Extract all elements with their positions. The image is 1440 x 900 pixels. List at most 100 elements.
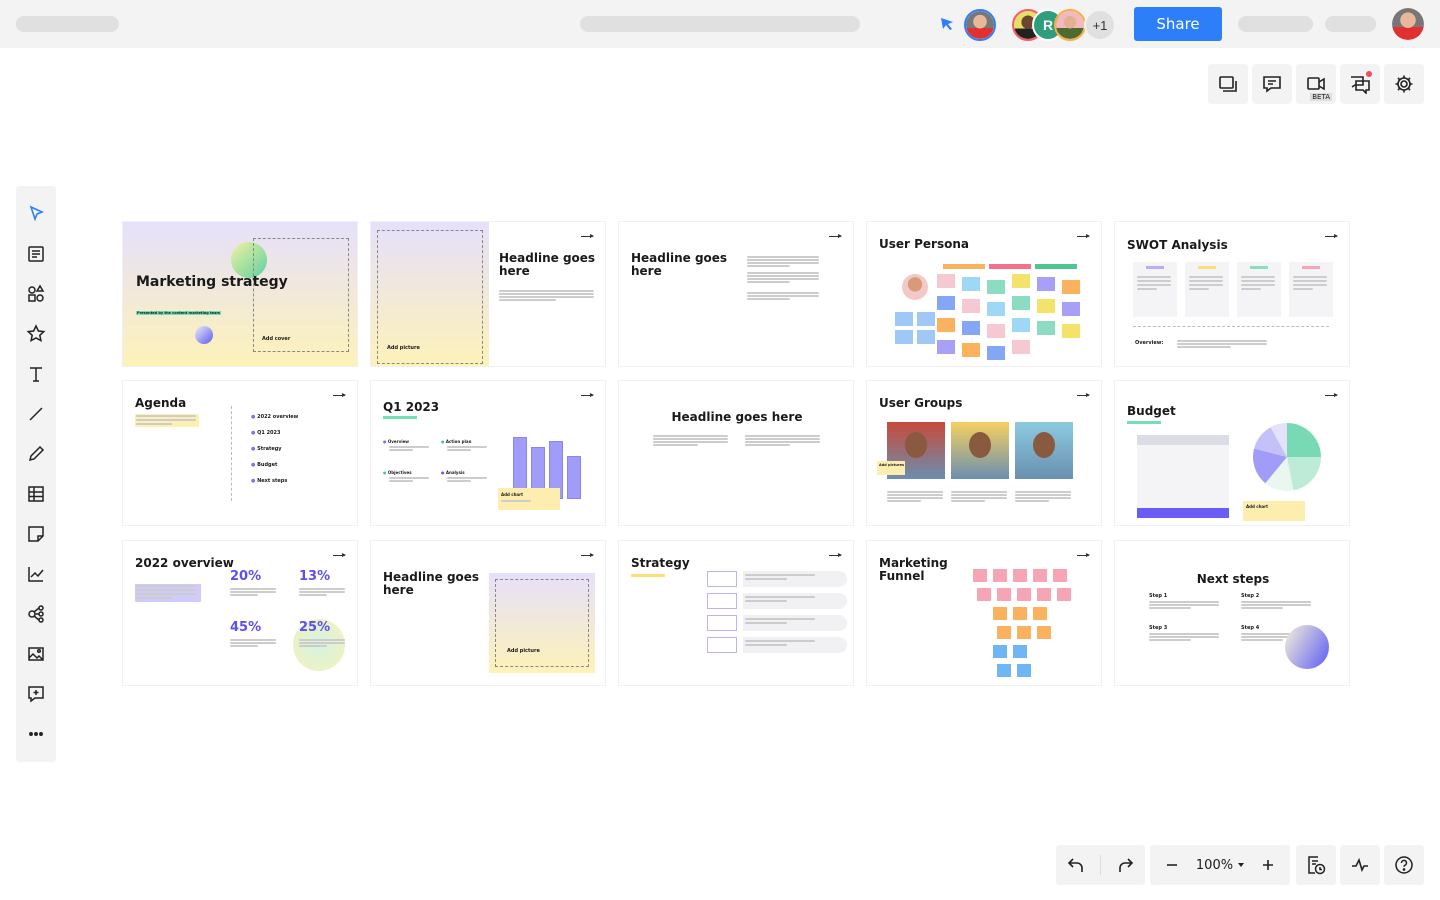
slide-headline-goes-here[interactable]: Headline goes here Add picture (370, 540, 606, 686)
undo-button[interactable] (1056, 845, 1096, 885)
sticky-note-tool[interactable] (16, 514, 56, 554)
sticky-note[interactable] (993, 569, 1007, 582)
sticky-note[interactable] (937, 340, 955, 354)
sticky-note[interactable] (997, 588, 1011, 601)
picture-placeholder[interactable] (377, 230, 483, 364)
slide-marketing-strategy[interactable]: Marketing strategy Presented by the cont… (122, 221, 358, 367)
avatar[interactable] (1054, 9, 1086, 41)
pen-tool[interactable] (16, 434, 56, 474)
comments-button[interactable] (1252, 64, 1292, 104)
line-tool[interactable] (16, 394, 56, 434)
slide-next-steps[interactable]: Next steps Step 1 Step 2 Step 3 Step 4 (1114, 540, 1350, 686)
shapes-tool[interactable] (16, 274, 56, 314)
sticky-note[interactable] (993, 607, 1007, 620)
avatar[interactable] (964, 9, 996, 41)
text-line (299, 645, 327, 647)
slide-headline-goes-here[interactable]: Headline goes here Add picture (370, 221, 606, 367)
chat-button[interactable] (1340, 64, 1380, 104)
slide-budget[interactable]: Budget Add chart (1114, 380, 1350, 526)
sticky-note[interactable] (987, 280, 1005, 294)
slide-2022-overview[interactable]: 2022 overview 20% 13% 45% 25% (122, 540, 358, 686)
sticky-note[interactable] (1037, 277, 1055, 291)
user-avatar[interactable] (1392, 8, 1424, 40)
sticky-note[interactable] (1013, 645, 1027, 658)
sticky-note[interactable] (1017, 664, 1031, 677)
placeholder-button[interactable] (1325, 16, 1376, 32)
sticky-note[interactable] (1017, 588, 1031, 601)
image-tool[interactable] (16, 634, 56, 674)
sticky-note[interactable] (1013, 607, 1027, 620)
board-name-placeholder[interactable] (16, 16, 119, 32)
help-button[interactable] (1384, 845, 1424, 885)
sticky-note[interactable] (962, 321, 980, 335)
slide-user-groups[interactable]: User Groups Add pictures (866, 380, 1102, 526)
settings-button[interactable] (1384, 64, 1424, 104)
sticky-note[interactable] (1037, 299, 1055, 313)
sticky-note[interactable] (1012, 274, 1030, 288)
slide-user-persona[interactable]: User Persona (866, 221, 1102, 367)
sticky-note[interactable] (1033, 569, 1047, 582)
sticky-note[interactable] (1017, 626, 1031, 639)
text-tool[interactable] (16, 354, 56, 394)
video-button[interactable]: BETA (1296, 64, 1336, 104)
sticky-note[interactable] (1062, 324, 1080, 338)
sticky-note[interactable] (917, 330, 935, 344)
slide-swot-analysis[interactable]: SWOT Analysis Overview: (1114, 221, 1350, 367)
sticky-note[interactable] (987, 302, 1005, 316)
chart-tool[interactable] (16, 554, 56, 594)
slide-headline-goes-here[interactable]: Headline goes here (618, 380, 854, 526)
more-collaborators-badge[interactable]: +1 (1084, 9, 1116, 41)
sticky-note[interactable] (962, 343, 980, 357)
cover-placeholder[interactable] (253, 238, 349, 352)
sticky-note[interactable] (997, 664, 1011, 677)
select-tool[interactable] (16, 194, 56, 234)
slide-agenda[interactable]: Agenda ● 2022 overview ● Q1 2023 ● Strategy… (122, 380, 358, 526)
sticky-note[interactable] (987, 324, 1005, 338)
zoom-in-button[interactable] (1248, 845, 1288, 885)
sticky-note[interactable] (1013, 569, 1027, 582)
sticky-note[interactable] (993, 645, 1007, 658)
zoom-level-dropdown[interactable]: 100% (1192, 845, 1248, 885)
sticky-note[interactable] (1057, 588, 1071, 601)
sticky-note[interactable] (987, 346, 1005, 360)
slide-strategy[interactable]: Strategy (618, 540, 854, 686)
sticky-note[interactable] (997, 626, 1011, 639)
sticky-note[interactable] (1037, 321, 1055, 335)
placeholder-button[interactable] (1238, 16, 1313, 32)
slide-marketing-funnel[interactable]: Marketing Funnel (866, 540, 1102, 686)
sticky-note[interactable] (1033, 607, 1047, 620)
star-tool[interactable] (16, 314, 56, 354)
sticky-note[interactable] (937, 296, 955, 310)
slide-title: Headline goes here (383, 570, 480, 597)
sticky-note[interactable] (937, 274, 955, 288)
sticky-note[interactable] (937, 318, 955, 332)
zoom-out-button[interactable] (1152, 845, 1192, 885)
sticky-note[interactable] (1053, 569, 1067, 582)
frames-button[interactable] (1208, 64, 1248, 104)
sticky-note[interactable] (1012, 318, 1030, 332)
sticky-note[interactable] (895, 330, 913, 344)
activity-button[interactable] (1340, 845, 1380, 885)
share-button[interactable]: Share (1134, 7, 1222, 41)
comment-add-tool[interactable] (16, 674, 56, 714)
sticky-note[interactable] (917, 312, 935, 326)
more-tool[interactable] (16, 714, 56, 754)
sticky-note[interactable] (962, 299, 980, 313)
sticky-note[interactable] (962, 277, 980, 291)
sticky-note[interactable] (977, 588, 991, 601)
sticky-note[interactable] (895, 312, 913, 326)
sticky-note[interactable] (1012, 296, 1030, 310)
sticky-note[interactable] (1062, 280, 1080, 294)
history-button[interactable] (1296, 845, 1336, 885)
mindmap-tool[interactable] (16, 594, 56, 634)
slide-headline-goes-here[interactable]: Headline goes here (618, 221, 854, 367)
sticky-note[interactable] (973, 569, 987, 582)
sticky-note[interactable] (1062, 302, 1080, 316)
table-tool[interactable] (16, 474, 56, 514)
template-tool[interactable] (16, 234, 56, 274)
redo-button[interactable] (1105, 845, 1145, 885)
sticky-note[interactable] (1037, 626, 1051, 639)
sticky-note[interactable] (1012, 340, 1030, 354)
slide-q1-2023[interactable]: Q1 2023 ● Overview ● Action plan ● Objectiv… (370, 380, 606, 526)
sticky-note[interactable] (1037, 588, 1051, 601)
